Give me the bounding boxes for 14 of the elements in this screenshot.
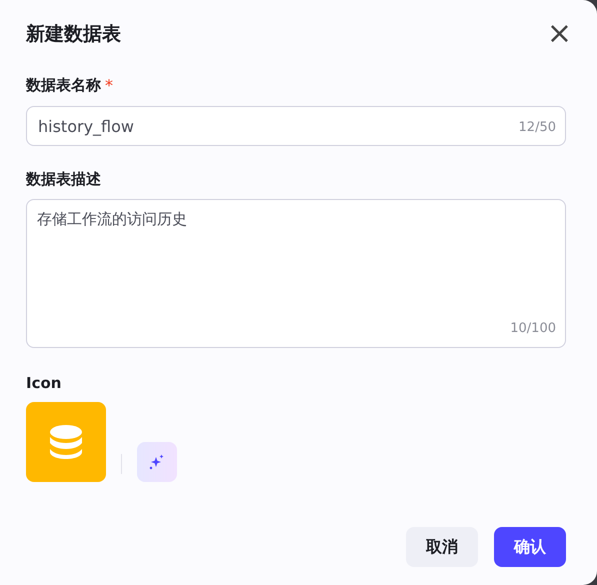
sparkle-icon: [149, 454, 165, 470]
character-counter: 12/50: [518, 118, 556, 136]
close-button[interactable]: ×: [542, 19, 576, 49]
required-mark: *: [105, 75, 113, 97]
dialog-title: 新建数据表: [26, 22, 121, 47]
confirm-button[interactable]: 确认: [494, 527, 566, 567]
icon-label: Icon: [26, 372, 62, 394]
database-icon: [48, 424, 84, 460]
field-label: 数据表名称: [26, 75, 101, 96]
field-label: 数据表描述: [26, 169, 101, 190]
ai-generate-button[interactable]: [137, 442, 177, 482]
character-counter: 10/100: [510, 320, 556, 338]
icon-preview[interactable]: [26, 402, 106, 482]
cancel-button[interactable]: 取消: [406, 527, 478, 567]
